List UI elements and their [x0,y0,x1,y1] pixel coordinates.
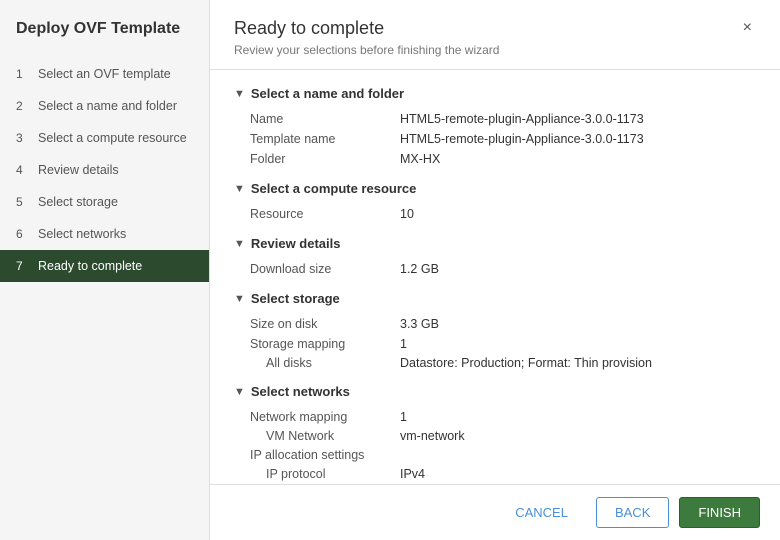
sidebar-item-label-2: Select a name and folder [38,99,177,113]
row-storage-mapping: Storage mapping 1 [250,334,756,354]
step-num-5: 5 [16,195,30,209]
section-networks: ▼ Select networks Network mapping 1 VM N… [234,384,756,484]
chevron-icon-storage: ▼ [234,293,245,305]
section-name-folder-content: Name HTML5-remote-plugin-Appliance-3.0.0… [234,109,756,169]
main-body: ▼ Select a name and folder Name HTML5-re… [210,70,780,484]
sidebar: Deploy OVF Template 1 Select an OVF temp… [0,0,210,540]
finish-button[interactable]: FINISH [679,497,760,528]
sidebar-item-label-1: Select an OVF template [38,67,171,81]
header-text: Ready to complete Review your selections… [234,18,499,57]
sidebar-item-5[interactable]: 5 Select storage [0,186,209,218]
sidebar-item-label-4: Review details [38,163,119,177]
section-review-content: Download size 1.2 GB [234,259,756,279]
section-review-header: ▼ Review details [234,236,756,251]
deploy-ovf-dialog: Deploy OVF Template 1 Select an OVF temp… [0,0,780,540]
page-subtitle: Review your selections before finishing … [234,43,499,57]
sidebar-title: Deploy OVF Template [0,20,209,58]
row-download-size: Download size 1.2 GB [250,259,756,279]
chevron-icon-name-folder: ▼ [234,88,245,100]
row-template-name: Template name HTML5-remote-plugin-Applia… [250,129,756,149]
row-resource: Resource 10 [250,204,756,224]
section-compute-content: Resource 10 [234,204,756,224]
section-review: ▼ Review details Download size 1.2 GB [234,236,756,279]
row-vm-network: VM Network vm-network [250,427,756,445]
row-network-mapping: Network mapping 1 [250,407,756,427]
cancel-button[interactable]: CANCEL [497,498,586,527]
sidebar-item-label-5: Select storage [38,195,118,209]
section-storage-header: ▼ Select storage [234,291,756,306]
sidebar-item-label-6: Select networks [38,227,126,241]
sidebar-item-3[interactable]: 3 Select a compute resource [0,122,209,154]
step-num-7: 7 [16,259,30,273]
section-name-folder-header: ▼ Select a name and folder [234,86,756,101]
chevron-icon-networks: ▼ [234,386,245,398]
sidebar-item-4[interactable]: 4 Review details [0,154,209,186]
row-folder: Folder MX-HX [250,149,756,169]
section-name-folder: ▼ Select a name and folder Name HTML5-re… [234,86,756,169]
section-networks-content: Network mapping 1 VM Network vm-network … [234,407,756,484]
row-name: Name HTML5-remote-plugin-Appliance-3.0.0… [250,109,756,129]
step-num-1: 1 [16,67,30,81]
section-compute-header: ▼ Select a compute resource [234,181,756,196]
section-storage-content: Size on disk 3.3 GB Storage mapping 1 Al… [234,314,756,372]
back-button[interactable]: BACK [596,497,669,528]
sidebar-item-7[interactable]: 7 Ready to complete [0,250,209,282]
step-num-6: 6 [16,227,30,241]
sidebar-item-label-3: Select a compute resource [38,131,187,145]
row-size-on-disk: Size on disk 3.3 GB [250,314,756,334]
main-panel: Ready to complete Review your selections… [210,0,780,540]
step-num-4: 4 [16,163,30,177]
sidebar-item-2[interactable]: 2 Select a name and folder [0,90,209,122]
section-networks-header: ▼ Select networks [234,384,756,399]
close-button[interactable]: × [739,18,756,38]
main-header: Ready to complete Review your selections… [210,0,780,70]
page-title: Ready to complete [234,18,499,39]
row-ip-allocation-settings: IP allocation settings [250,445,756,465]
sidebar-item-label-7: Ready to complete [38,259,142,273]
footer: CANCEL BACK FINISH [210,484,780,540]
step-num-2: 2 [16,99,30,113]
row-ip-protocol: IP protocol IPv4 [250,465,756,483]
section-compute: ▼ Select a compute resource Resource 10 [234,181,756,224]
row-all-disks: All disks Datastore: Production; Format:… [250,354,756,372]
step-num-3: 3 [16,131,30,145]
sidebar-item-1[interactable]: 1 Select an OVF template [0,58,209,90]
section-storage: ▼ Select storage Size on disk 3.3 GB Sto… [234,291,756,372]
chevron-icon-review: ▼ [234,238,245,250]
chevron-icon-compute: ▼ [234,183,245,195]
sidebar-item-6[interactable]: 6 Select networks [0,218,209,250]
